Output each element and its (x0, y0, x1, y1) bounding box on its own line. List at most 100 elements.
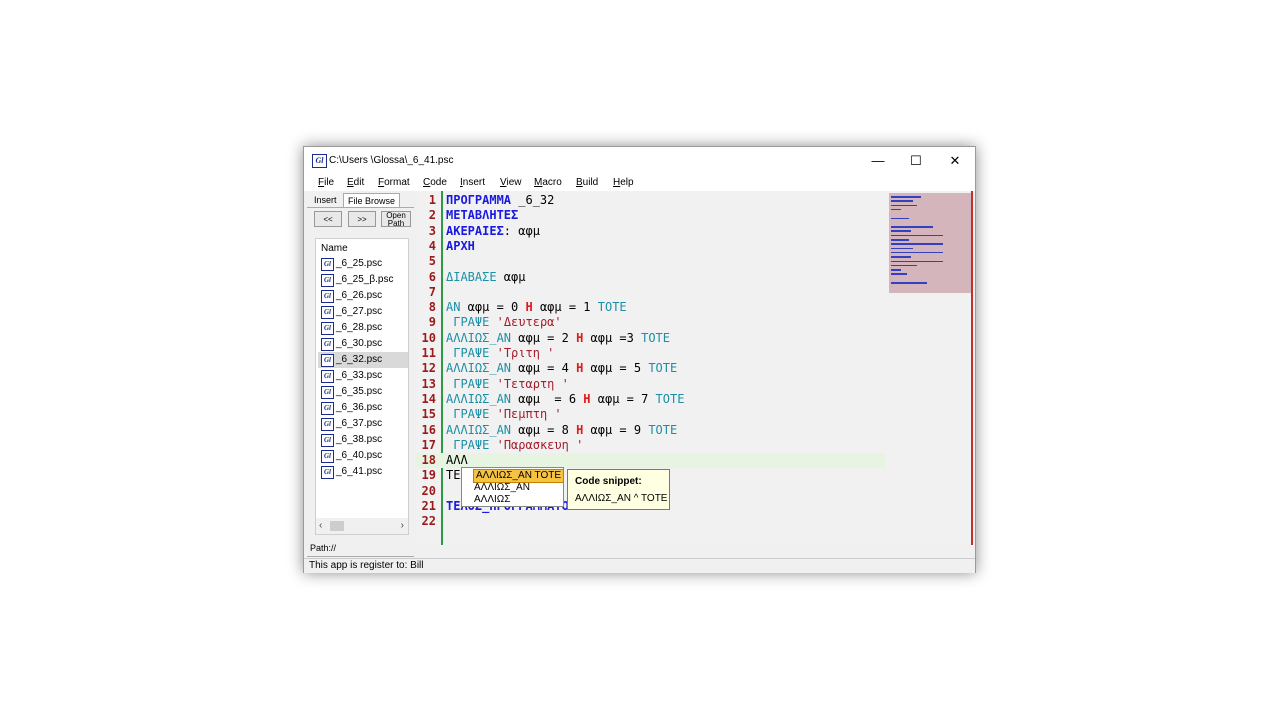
menu-help[interactable]: Help (613, 177, 634, 188)
code-text: ΑΛΛ (446, 453, 468, 468)
menu-edit[interactable]: Edit (347, 177, 364, 188)
minimap-line (891, 282, 927, 284)
tab-insert[interactable]: Insert (310, 193, 341, 207)
code-line[interactable]: 13 ΓΡΑΨΕ 'Τεταρτη ' (416, 377, 886, 392)
file-item[interactable]: Gl _6_32.psc (318, 352, 408, 368)
horizontal-scrollbar[interactable]: ‹ › (316, 518, 408, 534)
file-item[interactable]: Gl _6_40.psc (318, 448, 408, 464)
line-number: 5 (428, 254, 436, 269)
code-line[interactable]: 5 (416, 254, 886, 269)
menu-build[interactable]: Build (576, 177, 598, 188)
scroll-right-icon[interactable]: › (401, 520, 404, 531)
minimap-line (891, 269, 901, 271)
line-number: 20 (421, 483, 436, 498)
code-line[interactable]: 22 (416, 514, 886, 529)
file-name: _6_35.psc (336, 386, 383, 397)
menu-label-rest: iew (506, 177, 522, 188)
forward-button[interactable]: >> (348, 211, 376, 227)
menu-macro[interactable]: Macro (534, 177, 562, 188)
code-line[interactable]: 9 ΓΡΑΨΕ 'Δευτερα' (416, 315, 886, 330)
code-line[interactable]: 6 ΔΙΑΒΑΣΕ αφμ (416, 270, 886, 285)
minimize-icon[interactable]: — (859, 147, 897, 175)
file-name: _6_27.psc (336, 306, 383, 317)
file-item[interactable]: Gl _6_25.psc (318, 256, 408, 272)
file-item[interactable]: Gl _6_27.psc (318, 304, 408, 320)
code-line[interactable]: 4 ΑΡΧΗ (416, 239, 886, 254)
minimap-line (891, 204, 917, 207)
file-item[interactable]: Gl _6_25_β.psc (318, 272, 408, 288)
minimap-line (891, 243, 943, 245)
menu-format[interactable]: Format (378, 177, 410, 188)
code-line[interactable]: 15 ΓΡΑΨΕ 'Πεμπτη ' (416, 407, 886, 422)
glossa-file-icon: Gl (321, 290, 334, 303)
file-item[interactable]: Gl _6_38.psc (318, 432, 408, 448)
tab-file-browse[interactable]: File Browse (343, 193, 401, 207)
code-line[interactable]: 1 ΠΡΟΓΡΑΜΜΑ _6_32 (416, 193, 886, 208)
menu-mnemonic: B (576, 177, 583, 188)
code-text: ΑΛΛΙΩΣ_ΑΝ αφμ = 4 Η αφμ = 5 ΤΟΤΕ (446, 361, 678, 376)
file-item[interactable]: Gl _6_41.psc (318, 464, 408, 480)
line-number: 14 (421, 391, 436, 406)
file-name: _6_32.psc (336, 354, 383, 365)
snippet-title: Code snippet: (575, 476, 642, 487)
code-line[interactable]: 2 ΜΕΤΑΒΛΗΤΕΣ (416, 208, 886, 223)
code-line[interactable]: 10 ΑΛΛΙΩΣ_ΑΝ αφμ = 2 Η αφμ =3 ΤΟΤΕ (416, 331, 886, 346)
status-bar: This app is register to: Bill (304, 558, 975, 573)
minimap[interactable] (889, 193, 973, 293)
glossa-file-icon: Gl (321, 258, 334, 271)
close-icon[interactable]: ✕ (936, 147, 974, 175)
code-line[interactable]: 11 ΓΡΑΨΕ 'Τριτη ' (416, 346, 886, 361)
menu-file[interactable]: File (318, 177, 334, 188)
file-browser-panel: Insert File Browse << >> Open Path Name … (307, 191, 414, 558)
back-button[interactable]: << (314, 211, 342, 227)
glossa-file-icon: Gl (321, 274, 334, 287)
minimap-line (891, 251, 943, 254)
code-text: ΓΡΑΨΕ 'Παρασκευη ' (453, 437, 584, 452)
menu-label-rest: elp (620, 177, 634, 188)
open-path-button[interactable]: Open Path (381, 211, 411, 228)
file-item[interactable]: Gl _6_35.psc (318, 384, 408, 400)
menu-view[interactable]: View (500, 177, 522, 188)
file-name: _6_37.psc (336, 418, 383, 429)
autocomplete-item[interactable]: ΑΛΛΙΩΣ (474, 494, 510, 506)
code-line[interactable]: 3 ΑΚΕΡΑΙΕΣ: αφμ (416, 224, 886, 239)
file-item[interactable]: Gl _6_26.psc (318, 288, 408, 304)
status-text: This app is register to: Bill (309, 560, 424, 571)
scroll-left-icon[interactable]: ‹ (319, 520, 322, 531)
menu-bar: File Edit Format Code Insert View Macro Build He… (304, 175, 975, 191)
autocomplete-item[interactable]: ΑΛΛΙΩΣ_ΑΝ (474, 482, 530, 494)
code-line[interactable]: 14 ΑΛΛΙΩΣ_ΑΝ αφμ = 6 Η αφμ = 7 ΤΟΤΕ (416, 392, 886, 407)
minimap-line (891, 208, 901, 211)
glossa-file-icon: Gl (321, 322, 334, 335)
glossa-file-icon: Gl (321, 450, 334, 463)
code-line[interactable]: 16 ΑΛΛΙΩΣ_ΑΝ αφμ = 8 Η αφμ = 9 ΤΟΤΕ (416, 423, 886, 438)
file-item[interactable]: Gl _6_28.psc (318, 320, 408, 336)
glossa-file-icon: Gl (321, 354, 334, 367)
file-name: _6_40.psc (336, 450, 383, 461)
menu-insert[interactable]: Insert (460, 177, 485, 188)
autocomplete-list[interactable]: ΑΛΛΙΩΣ_ΑΝ ΤΟΤΕ ΑΛΛΙΩΣ_ΑΝ ΑΛΛΙΩΣ (461, 467, 564, 507)
maximize-icon[interactable]: ☐ (897, 147, 935, 175)
column-header-name[interactable]: Name (321, 243, 348, 254)
file-name: _6_41.psc (336, 466, 383, 477)
file-item[interactable]: Gl _6_33.psc (318, 368, 408, 384)
file-name: _6_30.psc (336, 338, 383, 349)
code-line[interactable]: 8 ΑΝ αφμ = 0 Η αφμ = 1 ΤΟΤΕ (416, 300, 886, 315)
file-item[interactable]: Gl _6_37.psc (318, 416, 408, 432)
scroll-thumb[interactable] (330, 521, 344, 531)
code-line[interactable]: 17 ΓΡΑΨΕ 'Παρασκευη ' (416, 438, 886, 453)
title-bar[interactable]: Gl C:\Users \Glossa\_6_41.psc — ☐ ✕ (304, 147, 975, 175)
minimap-line (891, 234, 943, 237)
line-number: 15 (421, 407, 436, 422)
code-text: ΑΛΛΙΩΣ_ΑΝ αφμ = 8 Η αφμ = 9 ΤΟΤΕ (446, 422, 678, 437)
file-item[interactable]: Gl _6_36.psc (318, 400, 408, 416)
code-text: ΓΡΑΨΕ 'Δευτερα' (453, 315, 562, 330)
line-number: 1 (428, 193, 436, 207)
file-item[interactable]: Gl _6_30.psc (318, 336, 408, 352)
minimap-line (891, 217, 909, 219)
code-line[interactable]: 12 ΑΛΛΙΩΣ_ΑΝ αφμ = 4 Η αφμ = 5 ΤΟΤΕ (416, 361, 886, 376)
code-text: ΑΛΛΙΩΣ_ΑΝ αφμ = 6 Η αφμ = 7 ΤΟΤΕ (446, 391, 685, 406)
menu-code[interactable]: Code (423, 177, 447, 188)
glossa-file-icon: Gl (321, 434, 334, 447)
code-line[interactable]: 7 (416, 285, 886, 300)
